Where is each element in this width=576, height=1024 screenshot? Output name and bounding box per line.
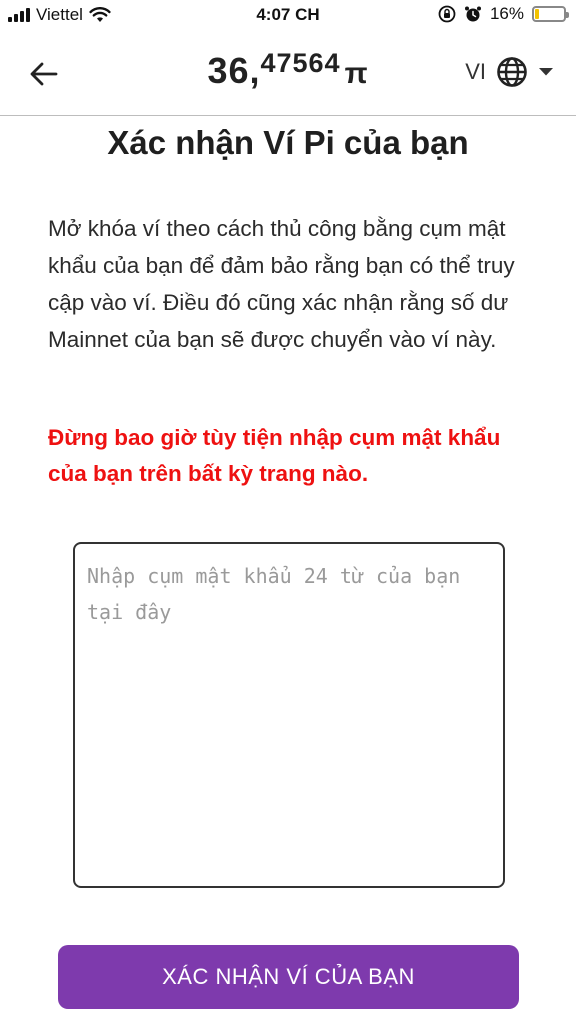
alarm-icon bbox=[464, 6, 481, 22]
orientation-lock-icon bbox=[438, 5, 456, 23]
status-right: 16% bbox=[438, 4, 569, 24]
battery-level-fill bbox=[535, 9, 540, 19]
balance-integer: 36, bbox=[207, 50, 261, 91]
balance-decimals: 47564 bbox=[260, 48, 341, 78]
battery-percent: 16% bbox=[489, 4, 524, 23]
app-header: 36,47564 π VI bbox=[0, 34, 576, 116]
passphrase-input[interactable] bbox=[73, 542, 505, 888]
page-title: Xác nhận Ví Pi của bạn bbox=[107, 124, 469, 161]
security-warning: Đừng bao giờ tùy tiện nhập cụm mật khẩu … bbox=[48, 425, 501, 486]
battery-icon bbox=[532, 6, 569, 22]
status-bar: Viettel 4:07 CH 16% bbox=[0, 0, 576, 34]
pi-currency-symbol: π bbox=[344, 57, 369, 90]
caret-down-icon bbox=[539, 68, 553, 76]
language-code: VI bbox=[465, 59, 486, 84]
globe-icon bbox=[497, 57, 527, 87]
instructions-text: Mở khóa ví theo cách thủ công bằng cụm m… bbox=[48, 216, 515, 352]
confirm-wallet-button[interactable]: XÁC NHẬN VÍ CỦA BẠN bbox=[58, 945, 519, 1009]
language-selector[interactable]: VI bbox=[465, 56, 554, 88]
